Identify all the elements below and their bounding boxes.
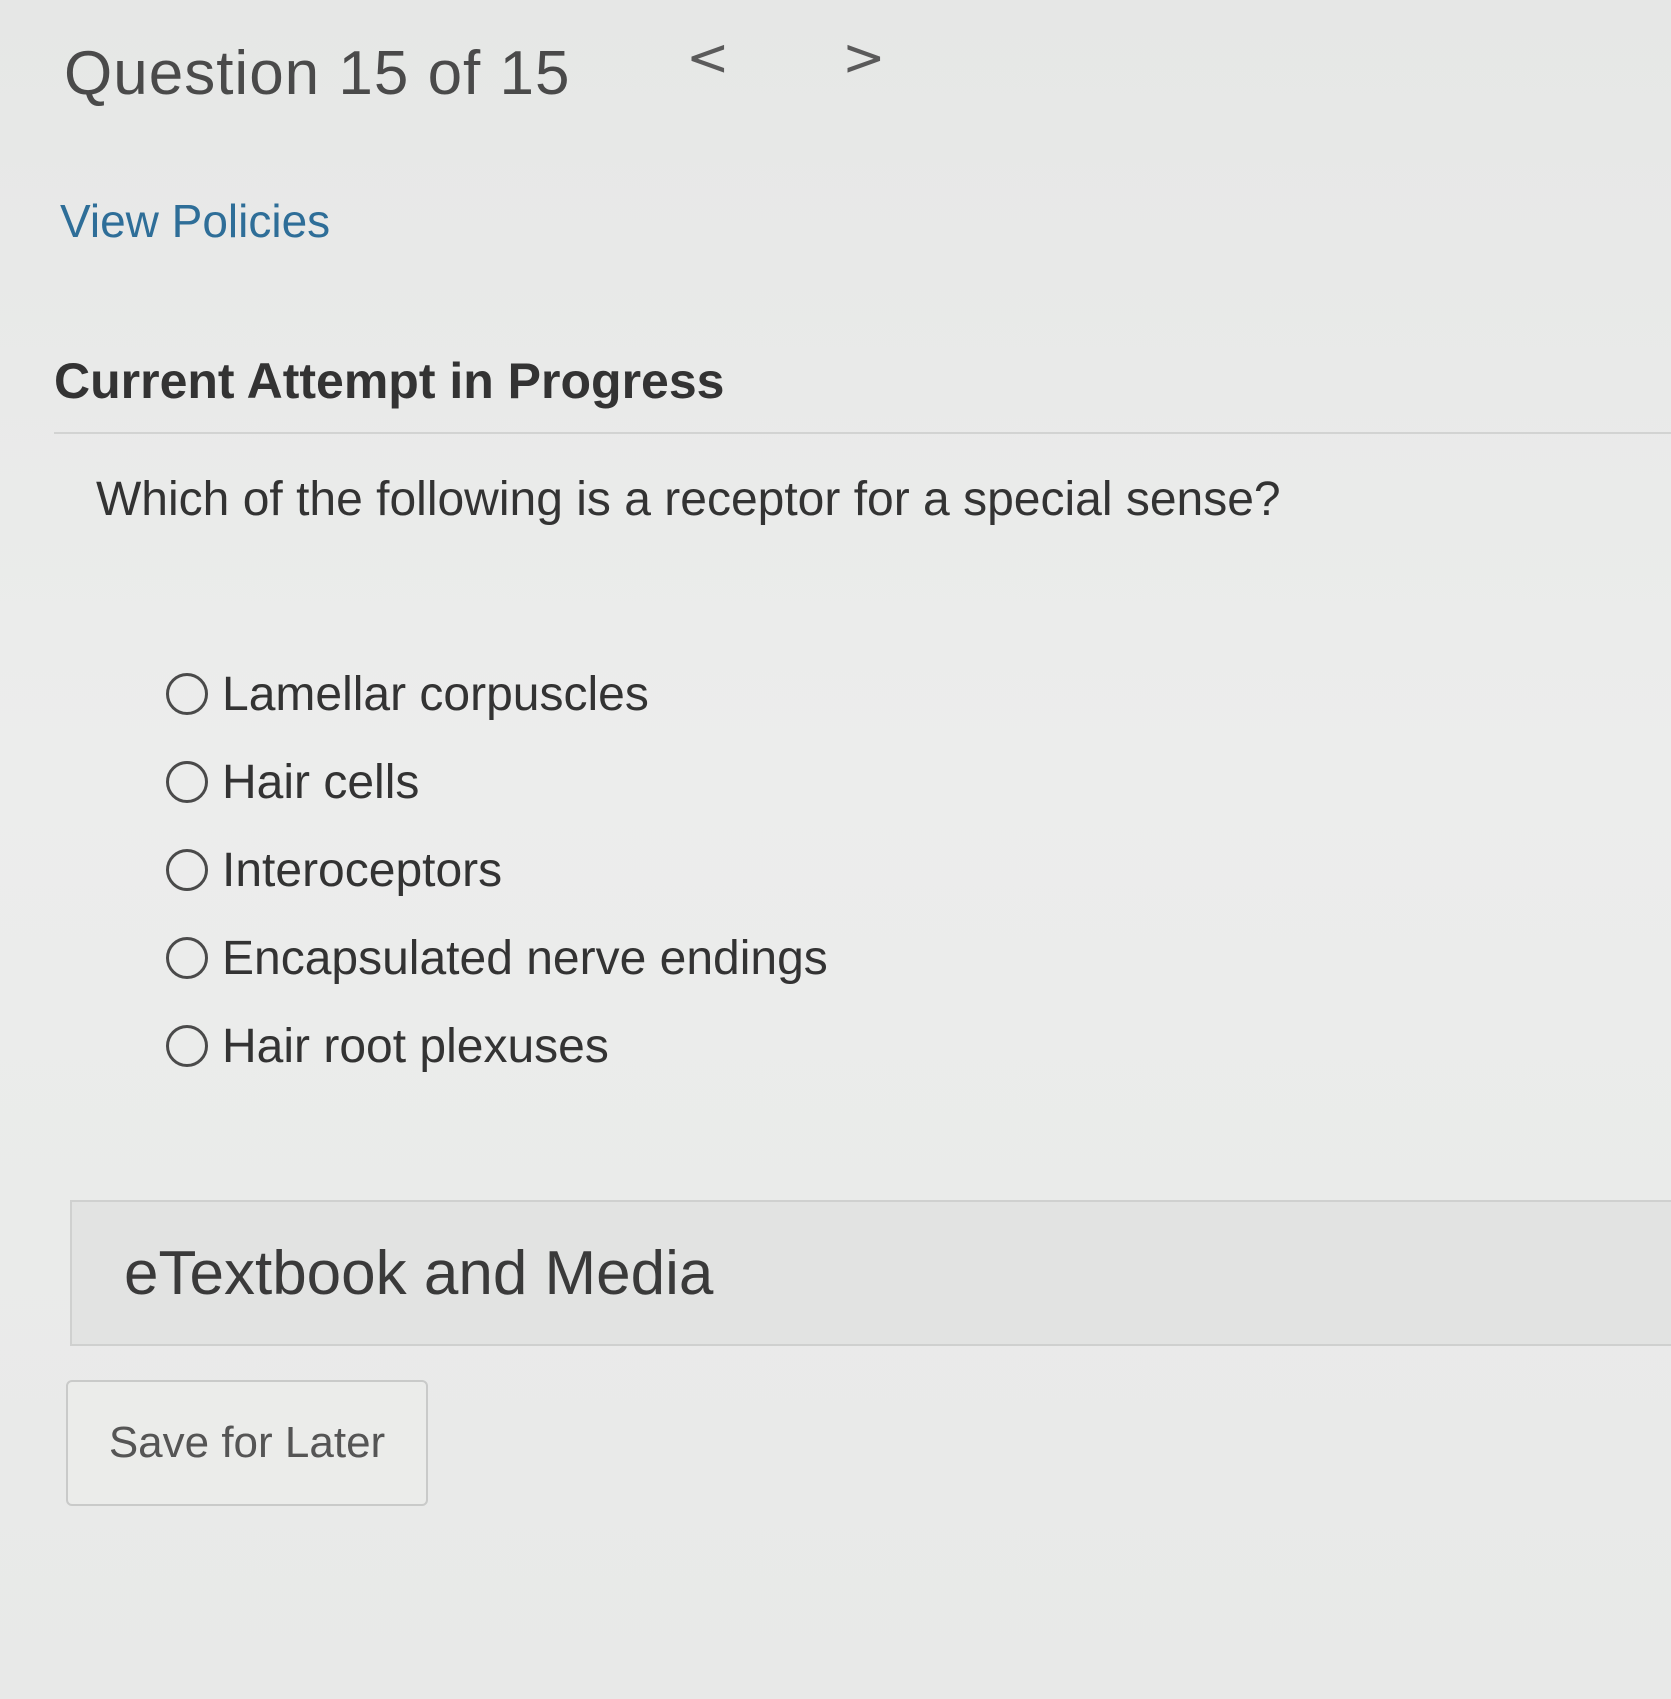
radio-button-icon[interactable] — [166, 937, 208, 979]
answer-options-list: Lamellar corpuscles Hair cells Interocep… — [166, 650, 828, 1090]
radio-button-icon[interactable] — [166, 849, 208, 891]
view-policies-link[interactable]: View Policies — [60, 194, 330, 248]
answer-option[interactable]: Interoceptors — [166, 826, 828, 914]
radio-button-icon[interactable] — [166, 1025, 208, 1067]
answer-option[interactable]: Hair cells — [166, 738, 828, 826]
answer-option-label: Hair cells — [222, 755, 420, 809]
answer-option[interactable]: Lamellar corpuscles — [166, 650, 828, 738]
radio-button-icon[interactable] — [166, 673, 208, 715]
question-header: Question 15 of 15 — [64, 38, 570, 109]
answer-option-label: Hair root plexuses — [222, 1019, 609, 1073]
attempt-status-heading: Current Attempt in Progress — [54, 353, 725, 409]
question-counter: Question 15 of 15 — [64, 39, 571, 108]
answer-option[interactable]: Hair root plexuses — [166, 1002, 828, 1090]
quiz-page: Question 15 of 15 < > View Policies Curr… — [0, 0, 1671, 1699]
next-question-chevron-right-icon[interactable]: > — [842, 28, 886, 88]
previous-question-chevron-left-icon[interactable]: < — [686, 28, 730, 88]
question-prompt: Which of the following is a receptor for… — [96, 473, 1281, 526]
save-for-later-button[interactable]: Save for Later — [66, 1380, 428, 1506]
answer-option-label: Interoceptors — [222, 843, 503, 897]
section-divider — [54, 432, 1671, 434]
etextbook-media-label: eTextbook and Media — [124, 1238, 714, 1308]
answer-option-label: Lamellar corpuscles — [222, 667, 649, 721]
etextbook-media-panel[interactable]: eTextbook and Media — [70, 1200, 1671, 1346]
answer-option[interactable]: Encapsulated nerve endings — [166, 914, 828, 1002]
radio-button-icon[interactable] — [166, 761, 208, 803]
answer-option-label: Encapsulated nerve endings — [222, 931, 828, 985]
